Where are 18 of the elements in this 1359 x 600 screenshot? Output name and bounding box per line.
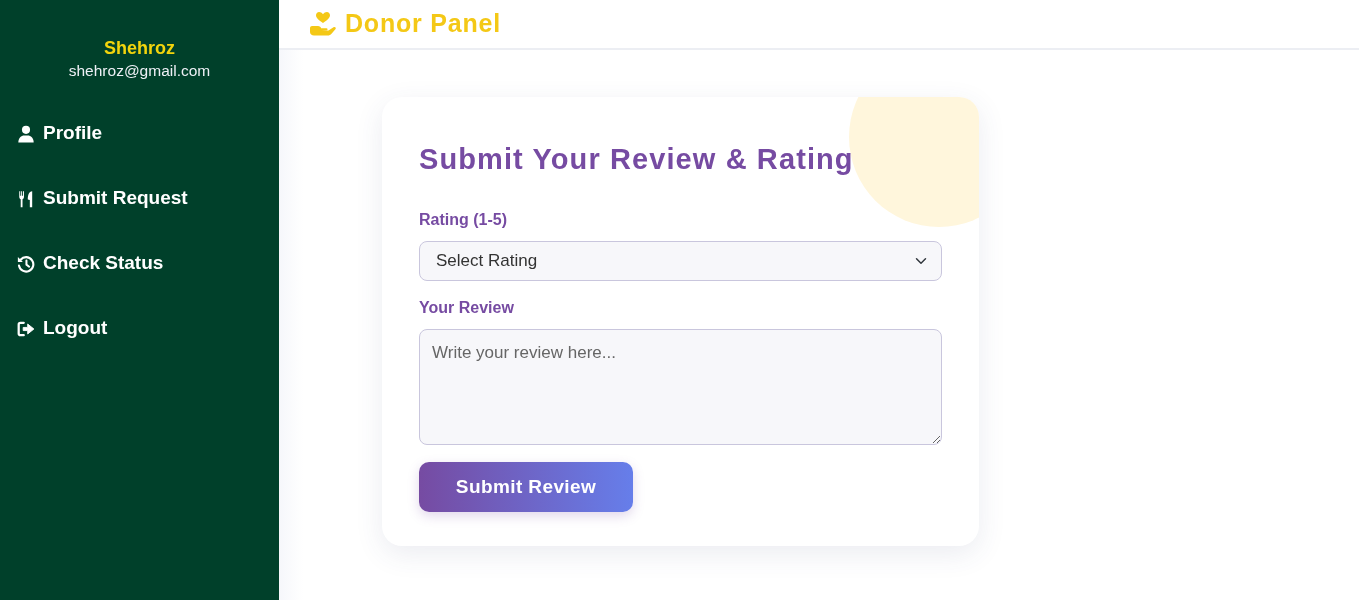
submit-button[interactable]: Submit Review	[419, 462, 633, 512]
rating-select[interactable]: Select Rating	[419, 241, 942, 281]
form-title: Submit Your Review & Rating	[419, 142, 855, 176]
field-label: Rating (1-5)	[419, 210, 508, 230]
user-email: shehroz@gmail.com	[68, 61, 211, 81]
field-label: Your Review	[419, 298, 515, 318]
panel-title: Donor Panel	[345, 8, 502, 40]
sidebar-link[interactable]: Submit Request	[0, 166, 279, 231]
sidebar-link[interactable]: Check Status	[0, 231, 279, 296]
sidebar-link[interactable]: Profile	[0, 101, 279, 166]
review-textarea[interactable]: Write your review here...	[419, 329, 942, 445]
history-icon	[17, 254, 35, 273]
user-name: Shehroz	[103, 37, 176, 59]
person-icon	[17, 124, 35, 143]
sidebar-link[interactable]: Logout	[0, 296, 279, 361]
logout-icon	[17, 319, 35, 338]
utensils-icon	[17, 189, 35, 208]
hand-heart-icon	[309, 11, 337, 37]
